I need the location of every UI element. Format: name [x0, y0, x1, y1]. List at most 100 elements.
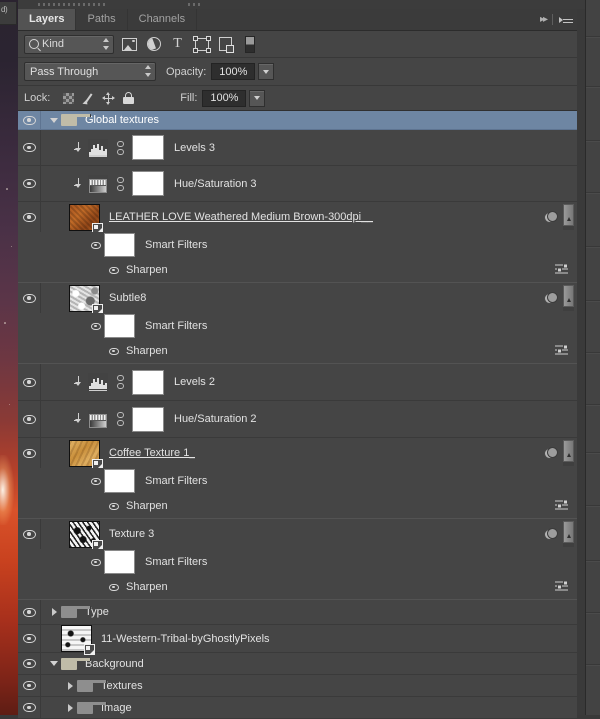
visibility-toggle-sharpen[interactable] [106, 266, 122, 274]
layer-row-textures-group[interactable]: Textures [18, 675, 577, 697]
layer-style-badge-icon[interactable] [544, 447, 558, 459]
filter-kind-select[interactable]: Kind [24, 34, 114, 54]
visibility-toggle-global-textures[interactable] [18, 111, 41, 129]
link-icon[interactable] [114, 375, 127, 389]
filter-blending-options-icon[interactable] [555, 580, 568, 593]
smart-filters-row-subtle8[interactable]: Smart Filters [18, 313, 577, 339]
layer-row-type-group[interactable]: Type [18, 600, 577, 625]
fill-input[interactable]: 100% [202, 89, 247, 107]
type-t-icon[interactable]: T [169, 36, 186, 53]
layer-row-hue-saturation-3[interactable]: Hue/Saturation 3 [18, 166, 577, 202]
layer-row-hue-saturation-2[interactable]: Hue/Saturation 2 [18, 401, 577, 438]
filter-row-sharpen-leather-love[interactable]: Sharpen [18, 258, 577, 282]
visibility-toggle-levels-2[interactable] [18, 364, 41, 400]
visibility-toggle-type-group[interactable] [18, 600, 41, 624]
tab-channels[interactable]: Channels [127, 9, 198, 30]
layer-row-levels-2[interactable]: Levels 2 [18, 364, 577, 401]
checkerboard-icon[interactable] [58, 90, 78, 106]
layer-row-levels-3[interactable]: Levels 3 [18, 130, 577, 166]
filter-row-sharpen-subtle8[interactable]: Sharpen [18, 339, 577, 363]
visibility-toggle-levels-3[interactable] [18, 130, 41, 165]
group-twisty-background[interactable] [47, 661, 61, 666]
padlock-icon[interactable] [118, 90, 138, 106]
filter-blending-options-icon[interactable] [555, 344, 568, 357]
group-twisty-image[interactable] [63, 703, 77, 712]
filter-power-toggle-icon[interactable] [241, 35, 258, 53]
layer-mask-thumbnail[interactable] [132, 369, 164, 395]
smart-filter-mask-thumbnail[interactable] [104, 314, 135, 338]
brush-icon[interactable] [78, 90, 98, 106]
layer-mask-thumbnail[interactable] [132, 135, 164, 160]
layer-row-scrollbar[interactable] [563, 285, 574, 311]
visibility-toggle-texture-3[interactable] [18, 519, 41, 549]
tab-layers[interactable]: Layers [18, 9, 77, 30]
layer-style-badge-icon[interactable] [544, 211, 558, 223]
smart-filters-row-texture-3[interactable]: Smart Filters [18, 549, 577, 575]
visibility-toggle-hue-saturation-3[interactable] [18, 166, 41, 201]
link-icon[interactable] [114, 140, 127, 155]
double-chevron-right-icon[interactable]: ▸▸ [540, 14, 548, 25]
shape-bounds-icon[interactable] [192, 35, 211, 53]
layer-row-background-group[interactable]: Background [18, 653, 577, 675]
layer-row-scrollbar[interactable] [563, 204, 574, 230]
layer-mask-thumbnail[interactable] [132, 171, 164, 196]
panel-menu-icon[interactable] [559, 15, 573, 25]
layer-row-image-group[interactable]: Image [18, 697, 577, 719]
group-twisty-textures[interactable] [63, 681, 77, 690]
smart-object-thumbnail-coffee-texture-1[interactable] [69, 439, 103, 470]
visibility-toggle-smart-filters[interactable] [88, 241, 104, 249]
visibility-toggle-background-group[interactable] [18, 653, 41, 674]
smart-object-thumbnail-leather-love[interactable] [69, 203, 103, 234]
layer-row-global-textures[interactable]: Global textures [18, 111, 577, 130]
smart-filter-mask-thumbnail[interactable] [104, 233, 135, 257]
layer-row-subtle8[interactable]: Subtle8 [18, 283, 577, 315]
group-twisty-type[interactable] [47, 608, 61, 616]
filter-blending-options-icon[interactable] [555, 263, 568, 276]
visibility-toggle-smart-filters[interactable] [88, 322, 104, 330]
updown-stepper-icon[interactable] [103, 37, 110, 50]
visibility-toggle-sharpen[interactable] [106, 583, 122, 591]
layer-row-coffee-texture-1[interactable]: Coffee Texture 1_ [18, 438, 577, 470]
filter-blending-options-icon[interactable] [555, 499, 568, 512]
group-twisty-global-textures[interactable] [47, 117, 61, 123]
layer-thumbnail-western-tribal[interactable] [61, 625, 95, 655]
link-icon[interactable] [114, 176, 127, 191]
filter-row-sharpen-texture-3[interactable]: Sharpen [18, 575, 577, 599]
smart-filters-row-leather-love[interactable]: Smart Filters [18, 232, 577, 258]
layer-row-texture-3[interactable]: Texture 3 [18, 519, 577, 551]
layer-style-badge-icon[interactable] [544, 292, 558, 304]
image-icon[interactable] [121, 36, 138, 53]
filter-row-sharpen-coffee-texture-1[interactable]: Sharpen [18, 494, 577, 518]
visibility-toggle-sharpen[interactable] [106, 347, 122, 355]
visibility-toggle-smart-filters[interactable] [88, 558, 104, 566]
smart-object-thumbnail-texture-3[interactable] [69, 520, 103, 551]
layer-row-western-tribal[interactable]: 11-Western-Tribal-byGhostlyPixels [18, 625, 577, 655]
visibility-toggle-textures-group[interactable] [18, 675, 41, 696]
opacity-input[interactable]: 100% [211, 63, 256, 80]
smart-object-icon[interactable] [217, 36, 234, 53]
visibility-toggle-coffee-texture-1[interactable] [18, 438, 41, 468]
smart-filter-mask-thumbnail[interactable] [104, 469, 135, 493]
blend-mode-stepper-icon[interactable] [145, 65, 152, 77]
layer-mask-thumbnail[interactable] [132, 406, 164, 432]
link-icon[interactable] [114, 412, 127, 426]
layer-row-leather-love[interactable]: LEATHER LOVE Weathered Medium Brown-300d… [18, 202, 577, 234]
smart-filters-row-coffee-texture-1[interactable]: Smart Filters [18, 468, 577, 494]
collapsed-panel-dock[interactable] [585, 0, 600, 715]
visibility-toggle-hue-saturation-2[interactable] [18, 401, 41, 437]
smart-filter-mask-thumbnail[interactable] [104, 550, 135, 574]
tab-paths[interactable]: Paths [76, 9, 128, 30]
layer-style-badge-icon[interactable] [544, 528, 558, 540]
move-arrows-icon[interactable] [98, 90, 118, 106]
visibility-toggle-smart-filters[interactable] [88, 477, 104, 485]
layer-row-scrollbar[interactable] [563, 521, 574, 547]
visibility-toggle-sharpen[interactable] [106, 502, 122, 510]
background-document-tab[interactable]: d) [0, 2, 17, 25]
blend-mode-select[interactable]: Pass Through [24, 62, 156, 81]
smart-object-thumbnail-subtle8[interactable] [69, 284, 103, 315]
visibility-toggle-subtle8[interactable] [18, 283, 41, 313]
layer-row-scrollbar[interactable] [563, 440, 574, 466]
adjustment-circle-icon[interactable] [145, 36, 162, 53]
visibility-toggle-western-tribal[interactable] [18, 625, 41, 652]
fill-dropdown-button[interactable] [249, 89, 266, 107]
